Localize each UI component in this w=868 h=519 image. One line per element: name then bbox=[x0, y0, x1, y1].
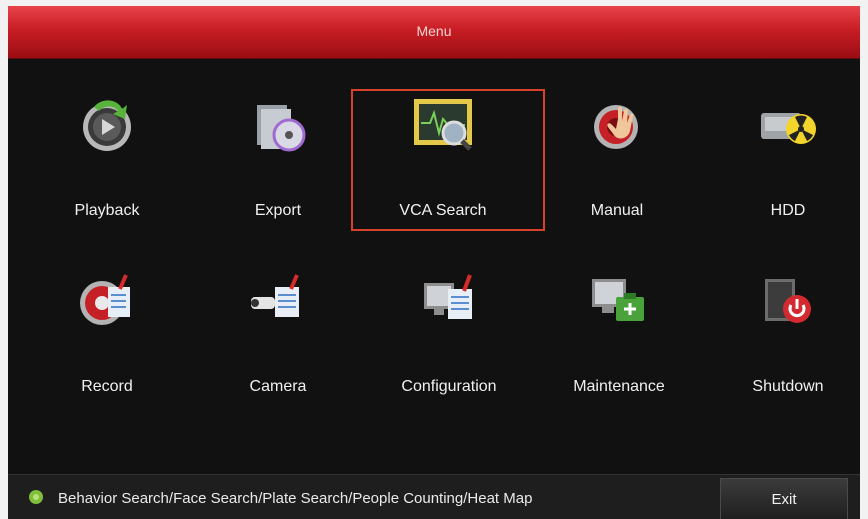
shutdown-icon bbox=[765, 279, 811, 323]
menu-item-export[interactable]: Export bbox=[191, 59, 365, 219]
status-hint-text: Behavior Search/Face Search/Plate Search… bbox=[58, 490, 533, 507]
menu-window: Menu Playback Export VCA Search Manual H… bbox=[8, 6, 860, 519]
menu-item-configuration[interactable]: Configuration bbox=[362, 235, 536, 395]
menu-item-playback[interactable]: Playback bbox=[20, 59, 194, 219]
exit-button[interactable]: Exit bbox=[720, 478, 848, 519]
hdd-icon bbox=[761, 113, 816, 144]
configuration-icon bbox=[424, 274, 472, 319]
menu-item-maintenance[interactable]: Maintenance bbox=[532, 235, 706, 395]
menu-item-record[interactable]: Record bbox=[20, 235, 194, 395]
playback-icon bbox=[83, 100, 131, 151]
title-bar: Menu bbox=[8, 6, 860, 59]
manual-icon bbox=[594, 105, 638, 149]
status-bar: Behavior Search/Face Search/Plate Search… bbox=[8, 474, 860, 519]
menu-item-label: Export bbox=[254, 202, 302, 219]
menu-item-label: Configuration bbox=[401, 378, 497, 395]
menu-item-camera[interactable]: Camera bbox=[191, 235, 365, 395]
menu-item-label: Record bbox=[81, 378, 133, 395]
menu-item-label: Playback bbox=[74, 202, 140, 219]
menu-item-manual[interactable]: Manual bbox=[530, 59, 704, 219]
window-title: Menu bbox=[416, 23, 452, 39]
menu-item-shutdown[interactable]: Shutdown bbox=[701, 235, 860, 395]
menu-item-label: Maintenance bbox=[573, 378, 665, 395]
menu-grid: Playback Export VCA Search Manual HDD Re… bbox=[8, 59, 860, 474]
info-icon bbox=[29, 490, 43, 504]
menu-item-label: Camera bbox=[249, 378, 307, 395]
menu-item-hdd[interactable]: HDD bbox=[701, 59, 860, 219]
camera-icon bbox=[251, 274, 299, 317]
menu-item-label: Manual bbox=[590, 202, 644, 219]
export-icon bbox=[257, 105, 306, 152]
selection-highlight bbox=[351, 89, 545, 231]
menu-item-label: HDD bbox=[770, 202, 806, 219]
menu-item-label: Shutdown bbox=[752, 378, 824, 395]
record-icon bbox=[80, 274, 130, 325]
maintenance-icon bbox=[592, 279, 644, 321]
